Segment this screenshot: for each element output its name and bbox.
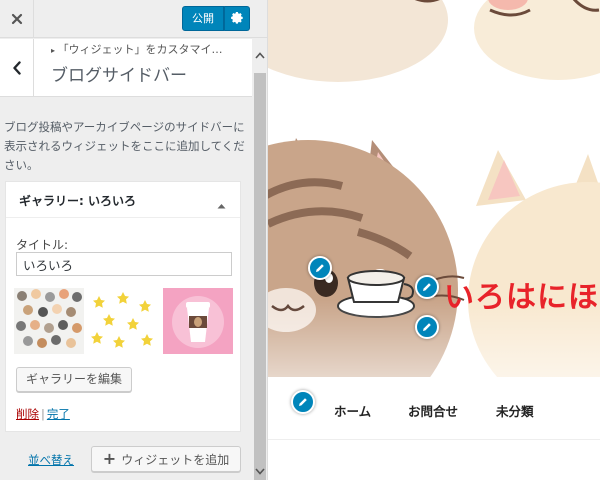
sidebar-scrollbar[interactable]: [252, 39, 267, 480]
site-navigation: ホーム お問合せ 未分類: [268, 378, 600, 440]
breadcrumb-text: 「ウィジェット」をカスタマイ…: [57, 43, 223, 56]
scroll-down-arrow[interactable]: [252, 464, 267, 478]
delete-link[interactable]: 削除: [16, 407, 39, 421]
edit-gallery-button[interactable]: ギャラリーを編集: [16, 367, 133, 392]
plus-icon: +: [102, 449, 117, 468]
pencil-icon: [423, 323, 431, 331]
nav-item-uncategorized[interactable]: 未分類: [496, 401, 534, 420]
customizer-header: 公開: [0, 0, 267, 38]
chevron-up-icon: [255, 51, 265, 59]
publish-group: 公開: [182, 6, 250, 31]
title-input[interactable]: いろいろ: [16, 252, 232, 276]
chevron-left-icon: [12, 61, 21, 75]
back-button[interactable]: [0, 39, 34, 97]
site-title: いろはにほ: [444, 280, 599, 315]
header-image: いろはにほ: [268, 0, 600, 377]
widget-header[interactable]: ギャラリー: いろいろ: [6, 182, 240, 218]
reorder-link[interactable]: 並べ替え: [28, 452, 74, 468]
gallery-thumbnail-stars: [89, 288, 159, 354]
close-customizer-button[interactable]: [0, 0, 34, 38]
section-description: ブログ投稿やアーカイブページのサイドバーに表示されるウィジェットをここに追加して…: [4, 120, 245, 172]
gear-icon: [230, 12, 243, 24]
gallery-widget: ギャラリー: いろいろ タイトル: いろいろ ギャラリーを編集 削除 | 完了: [5, 181, 241, 432]
edit-shortcut-menu[interactable]: [291, 390, 315, 414]
nav-item-contact[interactable]: お問合せ: [408, 401, 458, 420]
pencil-icon: [316, 264, 324, 272]
title-field-label: タイトル:: [16, 238, 69, 252]
section-title: ブログサイドバー: [51, 66, 187, 86]
scrollbar-thumb[interactable]: [254, 73, 266, 480]
done-link[interactable]: 完了: [47, 407, 70, 421]
separator: |: [41, 407, 45, 421]
gallery-thumbnail-coffee: [163, 288, 233, 354]
scroll-up-arrow[interactable]: [252, 47, 267, 63]
edit-shortcut-header-image[interactable]: [415, 315, 439, 339]
pencil-icon: [299, 398, 307, 406]
collapse-icon[interactable]: [217, 194, 226, 213]
nav-item-home[interactable]: ホーム: [334, 401, 371, 420]
add-widget-button[interactable]: + ウィジェットを追加: [91, 446, 241, 472]
chevron-down-icon: [255, 467, 265, 475]
publish-button[interactable]: 公開: [182, 6, 224, 31]
customizer-sidebar: 公開 ▸ 「ウィジェット」をカスタマイ… ブログサイドバー ブログ投稿やアーカイ…: [0, 0, 268, 480]
section-header: ▸ 「ウィジェット」をカスタマイ… ブログサイドバー: [0, 39, 252, 97]
breadcrumb: ▸ 「ウィジェット」をカスタマイ…: [51, 41, 247, 57]
widget-actions: 削除 | 完了: [16, 406, 70, 422]
gallery-thumbnail-cats: [14, 288, 84, 354]
publish-settings-button[interactable]: [224, 6, 250, 31]
close-icon: [11, 13, 22, 25]
pencil-icon: [423, 283, 431, 291]
site-preview: いろはにほ ホーム お問合せ 未分類: [268, 0, 600, 480]
add-widget-label: ウィジェットを追加: [121, 452, 230, 467]
widget-title: ギャラリー: いろいろ: [19, 194, 136, 208]
edit-shortcut-widget[interactable]: [308, 256, 332, 280]
edit-shortcut-site-title[interactable]: [415, 275, 439, 299]
